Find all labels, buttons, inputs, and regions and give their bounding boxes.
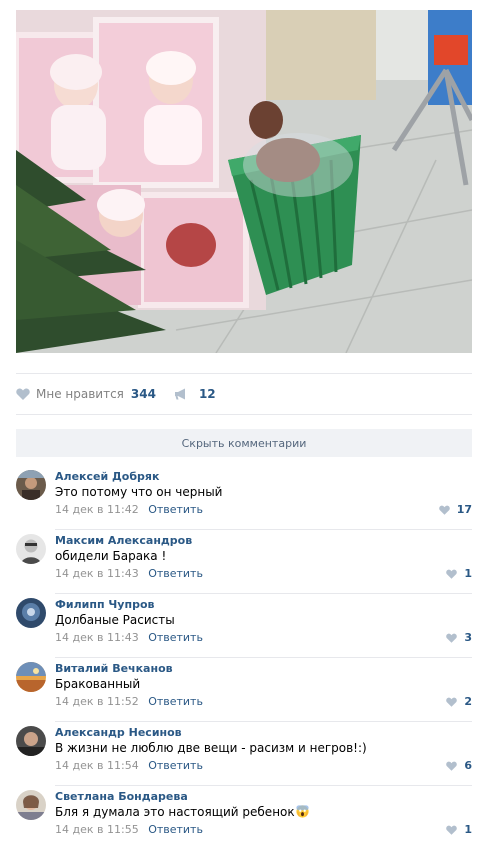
comment-author[interactable]: Виталий Вечканов xyxy=(55,662,173,675)
comment-like-count: 2 xyxy=(464,695,472,708)
comment: Светлана Бондарева Бля я думала это наст… xyxy=(16,786,472,850)
comment-text: Это потому что он черный xyxy=(55,485,223,499)
post-actions: Мне нравится 344 12 xyxy=(16,384,216,404)
comment-like-count: 3 xyxy=(464,631,472,644)
comment-text: В жизни не люблю две вещи - расизм и нег… xyxy=(55,741,367,755)
comment-author[interactable]: Александр Несинов xyxy=(55,726,182,739)
reply-link[interactable]: Ответить xyxy=(148,503,203,516)
avatar[interactable] xyxy=(16,470,46,500)
comment-like-button[interactable]: 1 xyxy=(446,567,472,580)
avatar[interactable] xyxy=(16,534,46,564)
comment-author[interactable]: Алексей Добряк xyxy=(55,470,159,483)
megaphone-icon xyxy=(174,388,185,400)
comment: Алексей Добряк Это потому что он черный … xyxy=(16,466,472,530)
heart-icon xyxy=(446,633,458,643)
hide-comments-button[interactable]: Скрыть комментарии xyxy=(16,429,472,457)
comment-meta: 14 дек в 11:54 Ответить xyxy=(55,759,203,772)
post-separator-top xyxy=(16,373,472,374)
comment-like-count: 1 xyxy=(464,823,472,836)
comment-meta: 14 дек в 11:43 Ответить xyxy=(55,567,203,580)
heart-icon xyxy=(16,388,30,400)
comment-like-button[interactable]: 17 xyxy=(438,503,472,516)
avatar[interactable] xyxy=(16,662,46,692)
reply-link[interactable]: Ответить xyxy=(148,567,203,580)
comment-author[interactable]: Максим Александров xyxy=(55,534,192,547)
comment-like-count: 1 xyxy=(464,567,472,580)
share-button[interactable]: 12 xyxy=(174,387,216,401)
comment-like-button[interactable]: 3 xyxy=(446,631,472,644)
reply-link[interactable]: Ответить xyxy=(148,695,203,708)
post-separator-bottom xyxy=(16,414,472,415)
comment-meta: 14 дек в 11:52 Ответить xyxy=(55,695,203,708)
comment-like-button[interactable]: 6 xyxy=(446,759,472,772)
comment-meta: 14 дек в 11:55 Ответить xyxy=(55,823,203,836)
heart-icon xyxy=(438,505,450,515)
avatar[interactable] xyxy=(16,790,46,820)
comment-like-count: 6 xyxy=(464,759,472,772)
like-count: 344 xyxy=(130,387,156,401)
screaming-face-icon xyxy=(296,805,309,818)
heart-icon xyxy=(446,697,458,707)
like-label: Мне нравится xyxy=(36,387,124,401)
comment-text: обидели Барака ! xyxy=(55,549,167,563)
comment-date[interactable]: 14 дек в 11:43 xyxy=(55,567,139,580)
avatar[interactable] xyxy=(16,598,46,628)
comment: Филипп Чупров Долбаные Расисты 14 дек в … xyxy=(16,594,472,658)
comment-date[interactable]: 14 дек в 11:43 xyxy=(55,631,139,644)
comment-author[interactable]: Филипп Чупров xyxy=(55,598,154,611)
heart-icon xyxy=(446,825,458,835)
comment-like-count: 17 xyxy=(456,503,472,516)
reply-link[interactable]: Ответить xyxy=(148,759,203,772)
heart-icon xyxy=(446,569,458,579)
reply-link[interactable]: Ответить xyxy=(148,631,203,644)
comment-date[interactable]: 14 дек в 11:54 xyxy=(55,759,139,772)
like-button[interactable]: Мне нравится 344 xyxy=(16,387,156,401)
comment: Виталий Вечканов Бракованный 14 дек в 11… xyxy=(16,658,472,722)
heart-icon xyxy=(446,761,458,771)
comment-text-content: Бля я думала это настоящий ребенок xyxy=(55,805,295,819)
comment-meta: 14 дек в 11:42 Ответить xyxy=(55,503,203,516)
comment-date[interactable]: 14 дек в 11:42 xyxy=(55,503,139,516)
comment-like-button[interactable]: 1 xyxy=(446,823,472,836)
comment-date[interactable]: 14 дек в 11:52 xyxy=(55,695,139,708)
avatar[interactable] xyxy=(16,726,46,756)
comment-date[interactable]: 14 дек в 11:55 xyxy=(55,823,139,836)
comment-text: Бля я думала это настоящий ребенок xyxy=(55,805,309,819)
comment-like-button[interactable]: 2 xyxy=(446,695,472,708)
comment: Максим Александров обидели Барака ! 14 д… xyxy=(16,530,472,594)
comment-text: Бракованный xyxy=(55,677,141,691)
photo-illustration xyxy=(16,10,472,353)
comment-author[interactable]: Светлана Бондарева xyxy=(55,790,188,803)
comment-text: Долбаные Расисты xyxy=(55,613,175,627)
comment: Александр Несинов В жизни не люблю две в… xyxy=(16,722,472,786)
post-photo[interactable] xyxy=(16,10,472,353)
comment-meta: 14 дек в 11:43 Ответить xyxy=(55,631,203,644)
share-count: 12 xyxy=(198,387,216,401)
reply-link[interactable]: Ответить xyxy=(148,823,203,836)
